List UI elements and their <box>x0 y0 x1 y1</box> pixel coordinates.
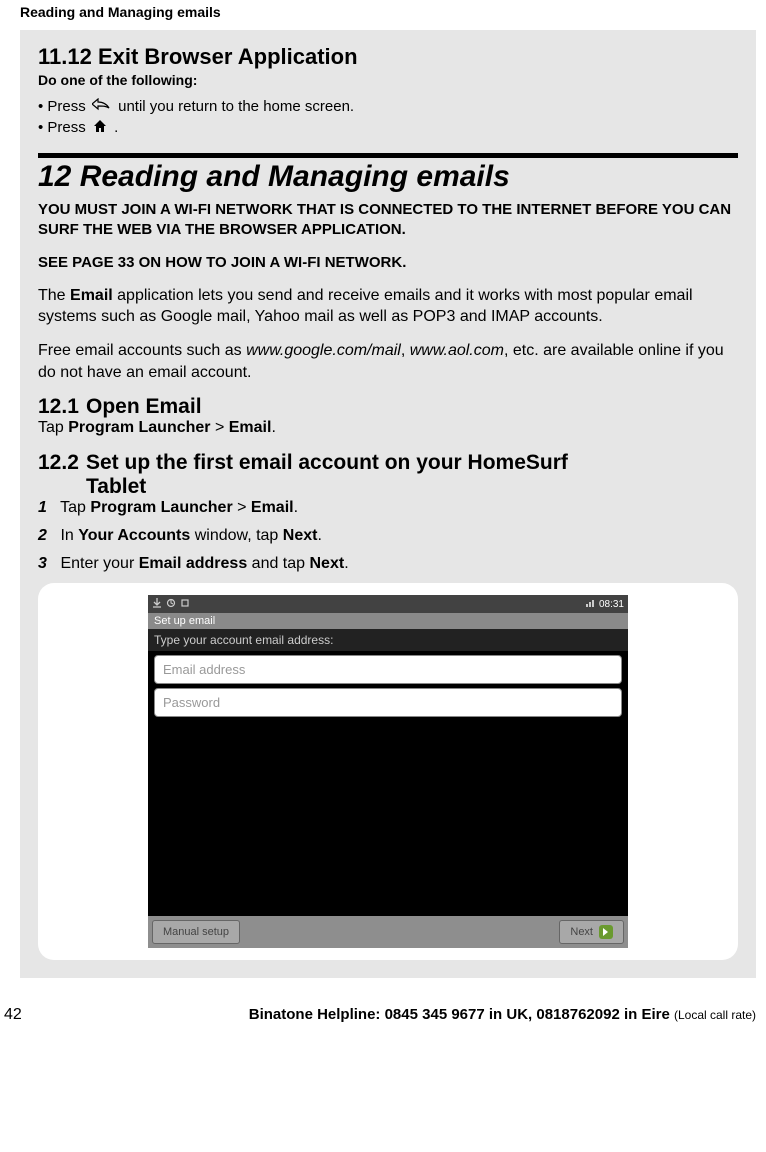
back-arrow-icon <box>92 98 112 116</box>
wifi-warning-2: SEE PAGE 33 ON HOW TO JOIN A WI-FI NETWO… <box>38 253 738 273</box>
open-email-instruction: Tap Program Launcher > Email. <box>38 419 738 437</box>
status-bar: 08:31 <box>148 595 628 613</box>
signal-icon <box>585 598 595 611</box>
heading-11-12: 11.12 Exit Browser Application <box>38 44 738 70</box>
home-icon <box>92 119 108 137</box>
list-item: • Press . <box>38 119 738 137</box>
text-period: . <box>114 119 118 136</box>
free-email-note: Free email accounts such as www.google.c… <box>38 340 738 383</box>
text-press: • Press <box>38 98 90 115</box>
email-input[interactable]: Email address <box>154 655 622 684</box>
list-item: • Press until you return to the home scr… <box>38 98 738 116</box>
email-app-description: The Email application lets you send and … <box>38 285 738 328</box>
manual-setup-button[interactable]: Manual setup <box>152 920 240 944</box>
page-number: 42 <box>0 1006 84 1024</box>
wifi-warning-1: YOU MUST JOIN A WI-FI NETWORK THAT IS CO… <box>38 200 738 241</box>
status-time: 08:31 <box>599 599 624 610</box>
forward-arrow-icon <box>599 925 613 939</box>
subheading-do-one: Do one of the following: <box>38 72 738 88</box>
list-item: 1 Tap Program Launcher > Email. <box>38 499 738 517</box>
status-left-icons <box>152 598 190 611</box>
password-input[interactable]: Password <box>154 688 622 717</box>
next-button[interactable]: Next <box>559 920 624 944</box>
section-11-12: 11.12 Exit Browser Application Do one of… <box>38 30 738 137</box>
page-footer: 42 Binatone Helpline: 0845 345 9677 in U… <box>0 978 766 1034</box>
helpline-text: Binatone Helpline: 0845 345 9677 in UK, … <box>84 1006 756 1023</box>
page-body: 11.12 Exit Browser Application Do one of… <box>20 30 756 978</box>
list-item: 3 Enter your Email address and tap Next. <box>38 555 738 573</box>
exit-browser-steps: • Press until you return to the home scr… <box>38 98 738 137</box>
notification-icon <box>180 598 190 611</box>
screen-bottom-bar: Manual setup Next <box>148 916 628 948</box>
status-right: 08:31 <box>585 598 624 611</box>
list-item: 2 In Your Accounts window, tap Next. <box>38 527 738 545</box>
setup-steps-list: 1 Tap Program Launcher > Email. 2 In You… <box>38 499 738 573</box>
download-icon <box>152 598 162 611</box>
text-until-home: until you return to the home screen. <box>118 98 354 115</box>
screen-empty-area <box>148 721 628 916</box>
screen-subtitle: Type your account email address: <box>148 629 628 651</box>
chapter-heading-12: 12 Reading and Managing emails <box>38 160 738 194</box>
sync-icon <box>166 598 176 611</box>
text-press: • Press <box>38 119 90 136</box>
section-divider <box>38 153 738 158</box>
screen-title-bar: Set up email <box>148 613 628 629</box>
heading-12-2: 12.2Set up the first email account on yo… <box>38 451 738 499</box>
embedded-screenshot: 08:31 Set up email Type your account ema… <box>38 583 738 960</box>
heading-12-1: 12.1Open Email <box>38 395 738 419</box>
running-header: Reading and Managing emails <box>0 0 766 30</box>
tablet-screen: 08:31 Set up email Type your account ema… <box>148 595 628 948</box>
